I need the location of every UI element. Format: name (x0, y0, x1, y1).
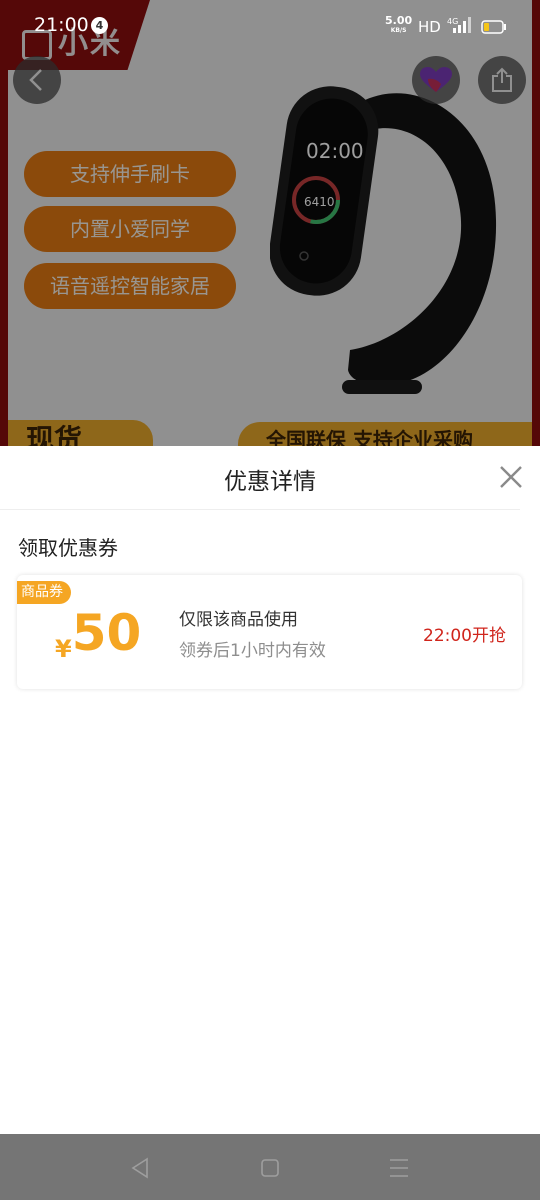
nav-menu-button[interactable] (387, 1156, 411, 1180)
close-icon (500, 466, 522, 488)
sheet-title: 优惠详情 (224, 469, 316, 495)
modal-scrim[interactable] (0, 0, 540, 446)
sheet-divider (0, 509, 520, 510)
coupon-value: 50 (71, 604, 142, 662)
status-time: 21:00 (34, 14, 89, 36)
hd-indicator: HD (418, 18, 441, 36)
nav-home-button[interactable] (258, 1156, 282, 1180)
network-type: 4G (447, 17, 458, 26)
notification-badge: 4 (91, 17, 108, 34)
signal-icon: 4G (447, 16, 473, 38)
coupon-start-time[interactable]: 22:00开抢 (423, 621, 506, 646)
coupon-validity: 领券后1小时内有效 (179, 641, 326, 661)
close-button[interactable] (498, 464, 524, 490)
status-bar: 21:00 4 5.00 KB/S HD 4G (0, 0, 540, 52)
section-label: 领取优惠券 (18, 536, 118, 560)
coupon-amount: ¥50 (55, 603, 141, 663)
coupon-detail-sheet: 优惠详情 领取优惠券 商品券 ¥50 仅限该商品使用 领券后1小时内有效 22:… (0, 446, 540, 1134)
network-speed: 5.00 KB/S (385, 15, 412, 36)
coupon-tag: 商品券 (17, 581, 71, 604)
system-nav-bar (0, 1134, 540, 1200)
network-speed-unit: KB/S (390, 27, 407, 34)
coupon-card[interactable]: 商品券 ¥50 仅限该商品使用 领券后1小时内有效 22:00开抢 (17, 575, 522, 689)
battery-icon (481, 19, 507, 38)
currency-symbol: ¥ (55, 635, 72, 663)
nav-back-button[interactable] (128, 1156, 152, 1180)
coupon-description: 仅限该商品使用 (179, 610, 298, 630)
